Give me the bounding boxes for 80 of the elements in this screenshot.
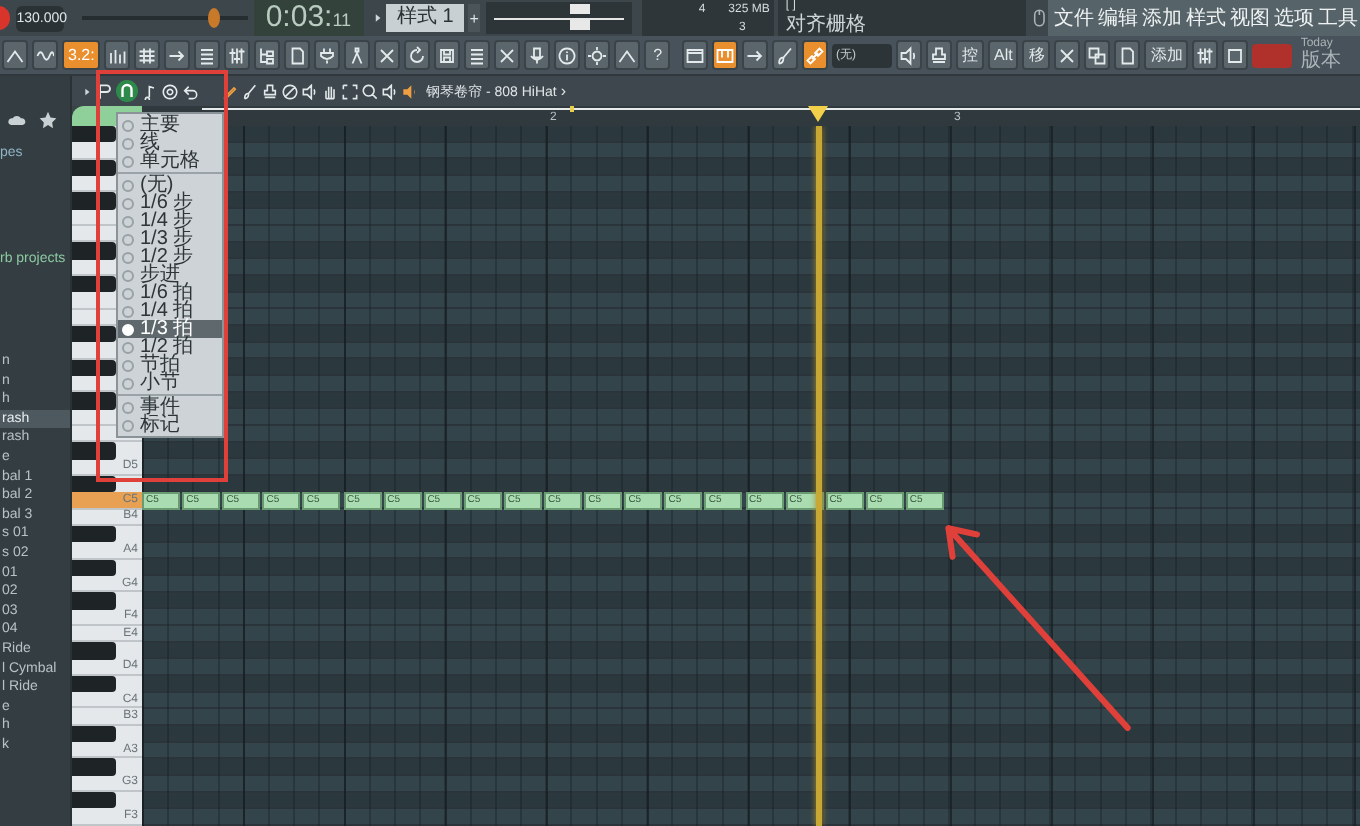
document-icon[interactable] [284, 40, 311, 70]
menu-item[interactable]: 样式 [1186, 4, 1227, 32]
toolbar-button[interactable]: 控 [956, 40, 984, 70]
square-icon[interactable] [1222, 40, 1249, 70]
star-icon[interactable] [38, 110, 58, 130]
stamp-icon[interactable] [926, 40, 952, 70]
list-icon[interactable] [464, 40, 491, 70]
pin-icon[interactable] [96, 83, 112, 99]
time-display: 0:03:11 [253, 0, 364, 36]
slash-icon[interactable] [282, 83, 298, 99]
zoom-icon[interactable] [362, 83, 378, 99]
grid-icon[interactable] [134, 40, 161, 70]
brush-icon[interactable] [772, 40, 798, 70]
menu-item[interactable]: 单元格 [118, 152, 222, 170]
menu-item[interactable]: 1/3 步 [118, 230, 222, 248]
menu-item[interactable]: 线 [118, 134, 222, 152]
peak-icon[interactable] [2, 40, 28, 70]
menu-item[interactable]: 添加 [1142, 4, 1183, 32]
list-icon[interactable] [194, 40, 221, 70]
toolbar-button[interactable]: 添加 [1144, 40, 1189, 70]
toolbar-button[interactable]: ? [644, 40, 671, 70]
menu-item[interactable]: 步进 [118, 266, 222, 284]
peak-icon[interactable] [614, 40, 641, 70]
undo-icon[interactable] [182, 83, 198, 99]
sharp-key[interactable] [72, 792, 116, 809]
menu-item[interactable]: 1/3 拍 [118, 320, 222, 338]
menu-item[interactable]: 主要 [118, 116, 222, 134]
cross-icon[interactable] [494, 40, 521, 70]
menu-item[interactable]: 1/2 拍 [118, 338, 222, 356]
magnet-icon[interactable] [116, 80, 138, 102]
cross-icon[interactable] [374, 40, 401, 70]
plug-icon[interactable] [314, 40, 341, 70]
bars-icon[interactable] [104, 40, 131, 70]
menu-item[interactable]: (无) [118, 176, 222, 194]
sliders-icon[interactable] [224, 40, 251, 70]
sharp-key[interactable] [72, 126, 116, 143]
cloud-icon[interactable] [6, 110, 26, 130]
target-icon[interactable] [162, 83, 178, 99]
window-icon[interactable] [682, 40, 708, 70]
document-icon[interactable] [1114, 40, 1141, 70]
toolbar-button[interactable]: 移 [1022, 40, 1051, 70]
speaker-icon [402, 83, 418, 99]
news-text: 版本 [1300, 52, 1341, 72]
pencil-icon[interactable] [222, 83, 238, 99]
menu-item[interactable]: 1/4 步 [118, 212, 222, 230]
tree-icon[interactable] [254, 40, 281, 70]
menu-item[interactable]: 1/6 步 [118, 194, 222, 212]
speaker-icon[interactable] [896, 40, 922, 70]
toolbar-button[interactable]: Alt [988, 40, 1019, 70]
title-arrow[interactable]: › [560, 82, 567, 100]
menu-item[interactable]: 编辑 [1098, 4, 1139, 32]
menu-item[interactable]: 视图 [1230, 4, 1271, 32]
mouse-icon [1029, 6, 1049, 30]
hand-icon[interactable] [322, 83, 338, 99]
piano-icon[interactable] [712, 40, 738, 70]
link-icon[interactable] [802, 40, 828, 70]
hint-text: 对齐栅格 [785, 14, 868, 36]
caret-icon[interactable] [82, 83, 92, 99]
info-icon[interactable] [554, 40, 581, 70]
menu-item[interactable]: 选项 [1274, 4, 1315, 32]
menu-item[interactable]: 1/6 拍 [118, 284, 222, 302]
menu-item[interactable]: 节拍 [118, 356, 222, 374]
add-pattern-button[interactable]: + [467, 4, 481, 32]
wave-icon[interactable] [32, 40, 58, 70]
menu-item[interactable]: 小节 [118, 374, 222, 392]
copy-icon[interactable] [1084, 40, 1111, 70]
save-icon[interactable] [434, 40, 461, 70]
loop-icon[interactable] [404, 40, 431, 70]
menu-item[interactable]: 事件 [118, 398, 222, 416]
sliders-icon[interactable] [1192, 40, 1219, 70]
note-icon[interactable] [142, 83, 158, 99]
menu-item[interactable]: 标记 [118, 416, 222, 434]
menu-item[interactable]: 1/4 拍 [118, 302, 222, 320]
menu-item[interactable]: 文件 [1054, 4, 1095, 32]
select-icon[interactable] [342, 83, 358, 99]
menu-item[interactable]: 1/2 步 [118, 248, 222, 266]
menu-item[interactable]: 工具 [1318, 4, 1359, 32]
master-slider-thumb[interactable] [208, 8, 221, 28]
cross-icon[interactable] [1054, 40, 1081, 70]
pattern-selector[interactable]: 样式 1 [386, 4, 464, 32]
